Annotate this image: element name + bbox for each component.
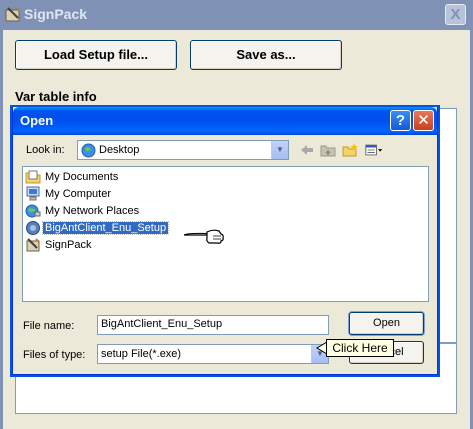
click-here-tooltip: Click Here: [326, 339, 394, 357]
list-item[interactable]: My Documents: [25, 169, 120, 185]
file-label: My Documents: [45, 171, 119, 183]
list-item[interactable]: My Network Places: [25, 203, 141, 219]
list-item[interactable]: SignPack: [25, 237, 93, 253]
look-in-label: Look in:: [26, 144, 65, 156]
file-type-value: setup File(*.exe): [101, 348, 182, 360]
open-dialog-titlebar[interactable]: Open ? ✕: [13, 107, 437, 135]
list-item[interactable]: My Computer: [25, 186, 113, 202]
chevron-down-icon[interactable]: ▼: [271, 141, 288, 159]
up-folder-icon[interactable]: [319, 142, 337, 158]
setup-exe-icon: [26, 221, 40, 235]
save-as-button[interactable]: Save as...: [190, 40, 342, 70]
file-type-label: Files of type:: [23, 349, 86, 361]
desktop-icon: [81, 143, 96, 158]
pointing-hand-icon: [183, 229, 224, 244]
signpack-app-icon: [5, 7, 21, 22]
file-label: My Computer: [45, 188, 112, 200]
look-in-dropdown[interactable]: Desktop ▼: [77, 140, 289, 160]
open-dialog: Open ? ✕ Look in: Desktop ▼ My Documents…: [12, 107, 438, 375]
open-dialog-title: Open: [20, 113, 54, 128]
file-name-label: File name:: [23, 320, 75, 332]
file-name-input[interactable]: BigAntClient_Enu_Setup: [97, 315, 329, 335]
open-button[interactable]: Open: [349, 312, 424, 335]
my-documents-icon: [25, 170, 41, 184]
file-label: SignPack: [45, 239, 92, 251]
file-list[interactable]: My Documents My Computer My Network Plac…: [22, 166, 429, 302]
new-folder-icon[interactable]: [341, 142, 359, 158]
signpack-titlebar[interactable]: SignPack X: [0, 0, 473, 30]
my-computer-icon: [26, 186, 40, 201]
list-item-selected[interactable]: BigAntClient_Enu_Setup: [25, 220, 170, 236]
signpack-close-button[interactable]: X: [445, 4, 466, 25]
file-label: BigAntClient_Enu_Setup: [41, 221, 170, 235]
load-setup-file-button[interactable]: Load Setup file...: [15, 40, 177, 70]
file-label: My Network Places: [45, 205, 140, 217]
signpack-app-icon: [26, 238, 40, 252]
var-table-info-label: Var table info: [15, 89, 97, 104]
back-arrow-icon[interactable]: [298, 142, 316, 158]
window-frame-left: [0, 30, 3, 429]
signpack-title: SignPack: [24, 6, 88, 22]
look-in-value: Desktop: [99, 144, 140, 156]
network-places-icon: [25, 204, 41, 218]
views-menu-icon[interactable]: [365, 142, 383, 158]
dialog-close-button[interactable]: ✕: [413, 110, 434, 131]
file-type-dropdown[interactable]: setup File(*.exe) ▼: [97, 344, 329, 364]
help-button[interactable]: ?: [390, 110, 411, 131]
